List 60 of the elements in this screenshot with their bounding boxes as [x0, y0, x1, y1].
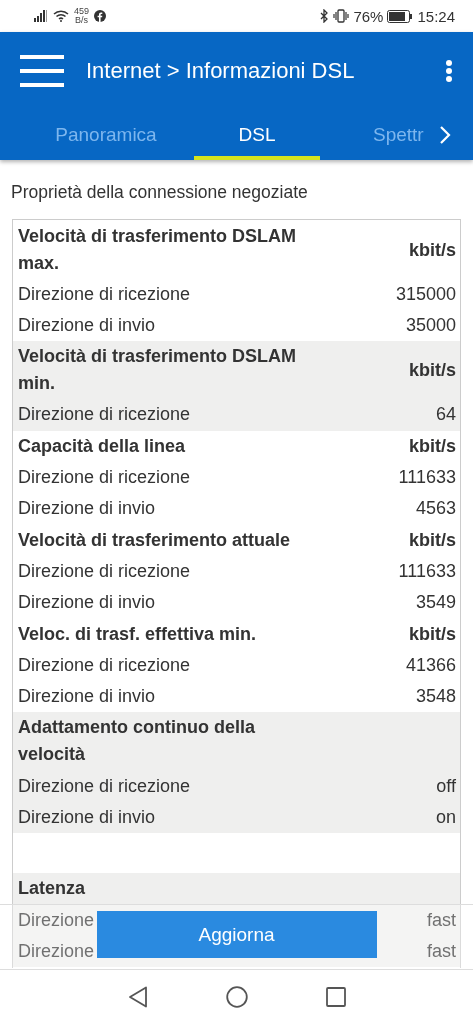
group-title: Velocità di trasferimento attuale	[18, 528, 292, 552]
group-title: Velocità di trasferimento DSLAM min.	[18, 345, 298, 396]
row-value: 4563	[415, 498, 456, 520]
battery-icon	[387, 9, 414, 23]
unit-label: kbit/s	[409, 623, 456, 645]
row-label: Direzione di invio	[18, 806, 156, 828]
row-label: Direzione di ricezione	[18, 467, 191, 489]
tab[interactable]: DSL	[194, 110, 320, 160]
group-title: Velocità di trasferimento DSLAM max.	[18, 225, 298, 275]
network-speed: 459	[74, 7, 90, 16]
row-label: Direzione di ricezione	[18, 561, 191, 583]
unit-label: kbit/s	[409, 529, 456, 551]
row-value: fast	[427, 940, 456, 962]
home-icon[interactable]	[225, 986, 248, 1008]
tab[interactable]: Spettr	[373, 110, 429, 160]
row-value: 35000	[405, 315, 456, 337]
unit-label: kbit/s	[409, 359, 456, 381]
row-label: Direzione	[18, 909, 95, 931]
refresh-button[interactable]: Aggiorna	[96, 911, 377, 958]
row-value: 111633	[398, 561, 456, 583]
row-label: Direzione di ricezione	[18, 404, 191, 426]
row-label: Direzione di ricezione	[18, 284, 191, 306]
row-value: 64	[435, 404, 456, 426]
row-value: 111633	[398, 467, 456, 489]
row-label: Direzione di invio	[18, 498, 156, 520]
row-value: 3549	[415, 592, 456, 614]
row-label: Direzione di invio	[18, 686, 156, 708]
clock-time: 15:24	[417, 7, 455, 25]
tab[interactable]: Panoramica	[20, 110, 192, 160]
menu-icon[interactable]	[20, 55, 64, 87]
chevron-right-icon[interactable]	[439, 125, 451, 145]
row-label: Direzione di invio	[18, 592, 156, 614]
row-label: Direzione	[18, 940, 95, 962]
signal-icon	[34, 10, 48, 22]
recent-apps-icon[interactable]	[325, 987, 346, 1007]
row-label: Direzione di ricezione	[18, 775, 191, 797]
row-label: Direzione di ricezione	[18, 655, 191, 677]
unit-label: kbit/s	[409, 435, 456, 457]
row-label: Direzione di invio	[18, 315, 156, 337]
row-value: 41366	[405, 655, 456, 677]
row-value: on	[435, 806, 456, 828]
bluetooth-icon	[319, 9, 330, 23]
network-speed-unit: B/s	[74, 16, 89, 25]
group-title: Capacità della linea	[18, 434, 187, 458]
vibrate-icon	[333, 9, 350, 23]
more-options-icon[interactable]	[445, 60, 453, 82]
row-value: 3548	[415, 686, 456, 708]
row-value: 315000	[395, 284, 456, 306]
row-value: fast	[427, 909, 456, 931]
section-title: Proprietà della connessione negoziate	[11, 181, 309, 204]
battery-percent: 76%	[353, 7, 384, 25]
row-value: off	[436, 775, 456, 797]
back-icon[interactable]	[127, 986, 148, 1008]
group-title: Latenza	[18, 877, 87, 901]
wifi-icon	[53, 10, 69, 22]
page-title: Internet > Informazioni DSL	[86, 58, 355, 84]
group-title: Adattamento continuo della velocità	[18, 716, 256, 767]
unit-label: kbit/s	[409, 239, 456, 261]
group-title: Veloc. di trasf. effettiva min.	[18, 622, 258, 646]
facebook-icon	[94, 10, 107, 22]
